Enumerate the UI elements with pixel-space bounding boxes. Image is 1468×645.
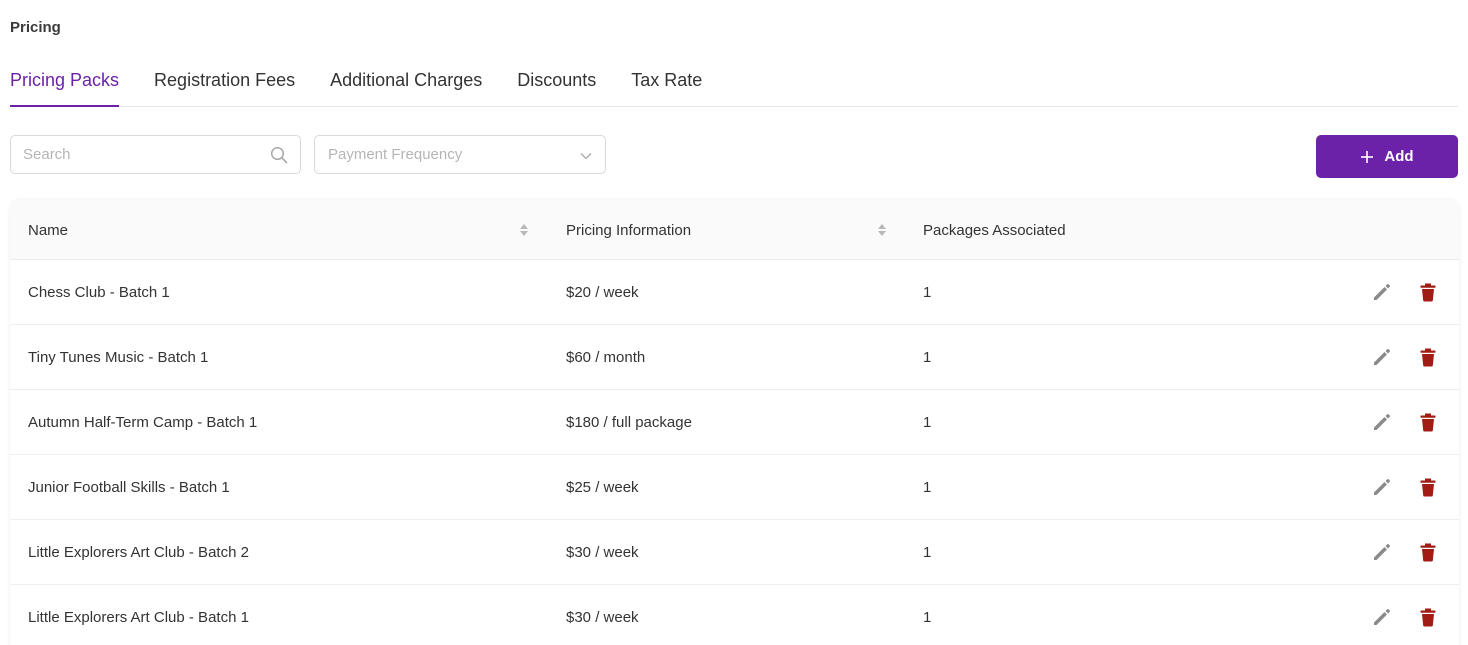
row-name: Tiny Tunes Music - Batch 1: [28, 349, 209, 366]
row-packages: 1: [923, 479, 932, 496]
payment-frequency-select[interactable]: Payment Frequency: [314, 135, 606, 174]
row-name: Autumn Half-Term Camp - Batch 1: [28, 414, 258, 431]
plus-icon: [1361, 150, 1374, 163]
tab-registration-fees[interactable]: Registration Fees: [154, 62, 295, 107]
row-pricing: $30 / week: [566, 609, 639, 626]
table-row: Chess Club - Batch 1 $20 / week 1: [10, 260, 1459, 325]
row-name: Little Explorers Art Club - Batch 2: [28, 544, 249, 561]
row-name: Junior Football Skills - Batch 1: [28, 479, 230, 496]
edit-button[interactable]: [1371, 476, 1393, 498]
tab-discounts[interactable]: Discounts: [517, 62, 596, 107]
row-pricing: $30 / week: [566, 544, 639, 561]
delete-button[interactable]: [1417, 541, 1439, 563]
tab-pricing-packs[interactable]: Pricing Packs: [10, 62, 120, 107]
search-icon[interactable]: [270, 146, 288, 164]
edit-button[interactable]: [1371, 281, 1393, 303]
pencil-icon: [1374, 349, 1390, 365]
trash-icon: [1420, 283, 1436, 302]
payment-frequency-placeholder: Payment Frequency: [328, 146, 463, 163]
row-pricing: $60 / month: [566, 349, 646, 366]
pencil-icon: [1374, 284, 1390, 300]
sort-name-icon[interactable]: [519, 221, 529, 239]
trash-icon: [1420, 413, 1436, 432]
column-header-packages: Packages Associated: [923, 221, 1066, 239]
trash-icon: [1420, 478, 1436, 497]
row-packages: 1: [923, 544, 932, 561]
edit-button[interactable]: [1371, 606, 1393, 628]
trash-icon: [1420, 608, 1436, 627]
table-row: Little Explorers Art Club - Batch 1 $30 …: [10, 585, 1459, 645]
pencil-icon: [1374, 414, 1390, 430]
sort-pricing-icon[interactable]: [877, 221, 887, 239]
column-header-pricing[interactable]: Pricing Information: [566, 200, 691, 260]
trash-icon: [1420, 348, 1436, 367]
add-button[interactable]: Add: [1316, 135, 1458, 178]
delete-button[interactable]: [1417, 476, 1439, 498]
pricing-page: Pricing Pricing Packs Registration Fees …: [0, 0, 1468, 645]
search-box: [10, 135, 301, 174]
chevron-down-icon: [580, 153, 592, 160]
tab-tax-rate[interactable]: Tax Rate: [631, 62, 702, 107]
trash-icon: [1420, 543, 1436, 562]
search-input[interactable]: [11, 136, 261, 173]
table-row: Little Explorers Art Club - Batch 2 $30 …: [10, 520, 1459, 585]
row-packages: 1: [923, 349, 932, 366]
pencil-icon: [1374, 609, 1390, 625]
pricing-packs-table: Name Pricing Information Packages Associ…: [10, 200, 1459, 645]
delete-button[interactable]: [1417, 411, 1439, 433]
page-title: Pricing: [10, 19, 61, 36]
pricing-tabs: Pricing Packs Registration Fees Addition…: [10, 62, 1458, 107]
table-row: Tiny Tunes Music - Batch 1 $60 / month 1: [10, 325, 1459, 390]
tab-additional-charges[interactable]: Additional Charges: [330, 62, 482, 107]
row-pricing: $25 / week: [566, 479, 639, 496]
edit-button[interactable]: [1371, 346, 1393, 368]
row-packages: 1: [923, 609, 932, 626]
delete-button[interactable]: [1417, 281, 1439, 303]
delete-button[interactable]: [1417, 346, 1439, 368]
table-row: Junior Football Skills - Batch 1 $25 / w…: [10, 455, 1459, 520]
delete-button[interactable]: [1417, 606, 1439, 628]
edit-button[interactable]: [1371, 411, 1393, 433]
row-pricing: $180 / full package: [566, 414, 692, 431]
column-header-name[interactable]: Name: [28, 200, 68, 260]
row-name: Little Explorers Art Club - Batch 1: [28, 609, 249, 626]
row-packages: 1: [923, 414, 932, 431]
table-row: Autumn Half-Term Camp - Batch 1 $180 / f…: [10, 390, 1459, 455]
row-packages: 1: [923, 284, 932, 301]
edit-button[interactable]: [1371, 541, 1393, 563]
row-pricing: $20 / week: [566, 284, 639, 301]
pencil-icon: [1374, 479, 1390, 495]
pencil-icon: [1374, 544, 1390, 560]
add-button-label: Add: [1384, 148, 1414, 165]
row-name: Chess Club - Batch 1: [28, 284, 170, 301]
table-header: Name Pricing Information Packages Associ…: [10, 200, 1459, 260]
